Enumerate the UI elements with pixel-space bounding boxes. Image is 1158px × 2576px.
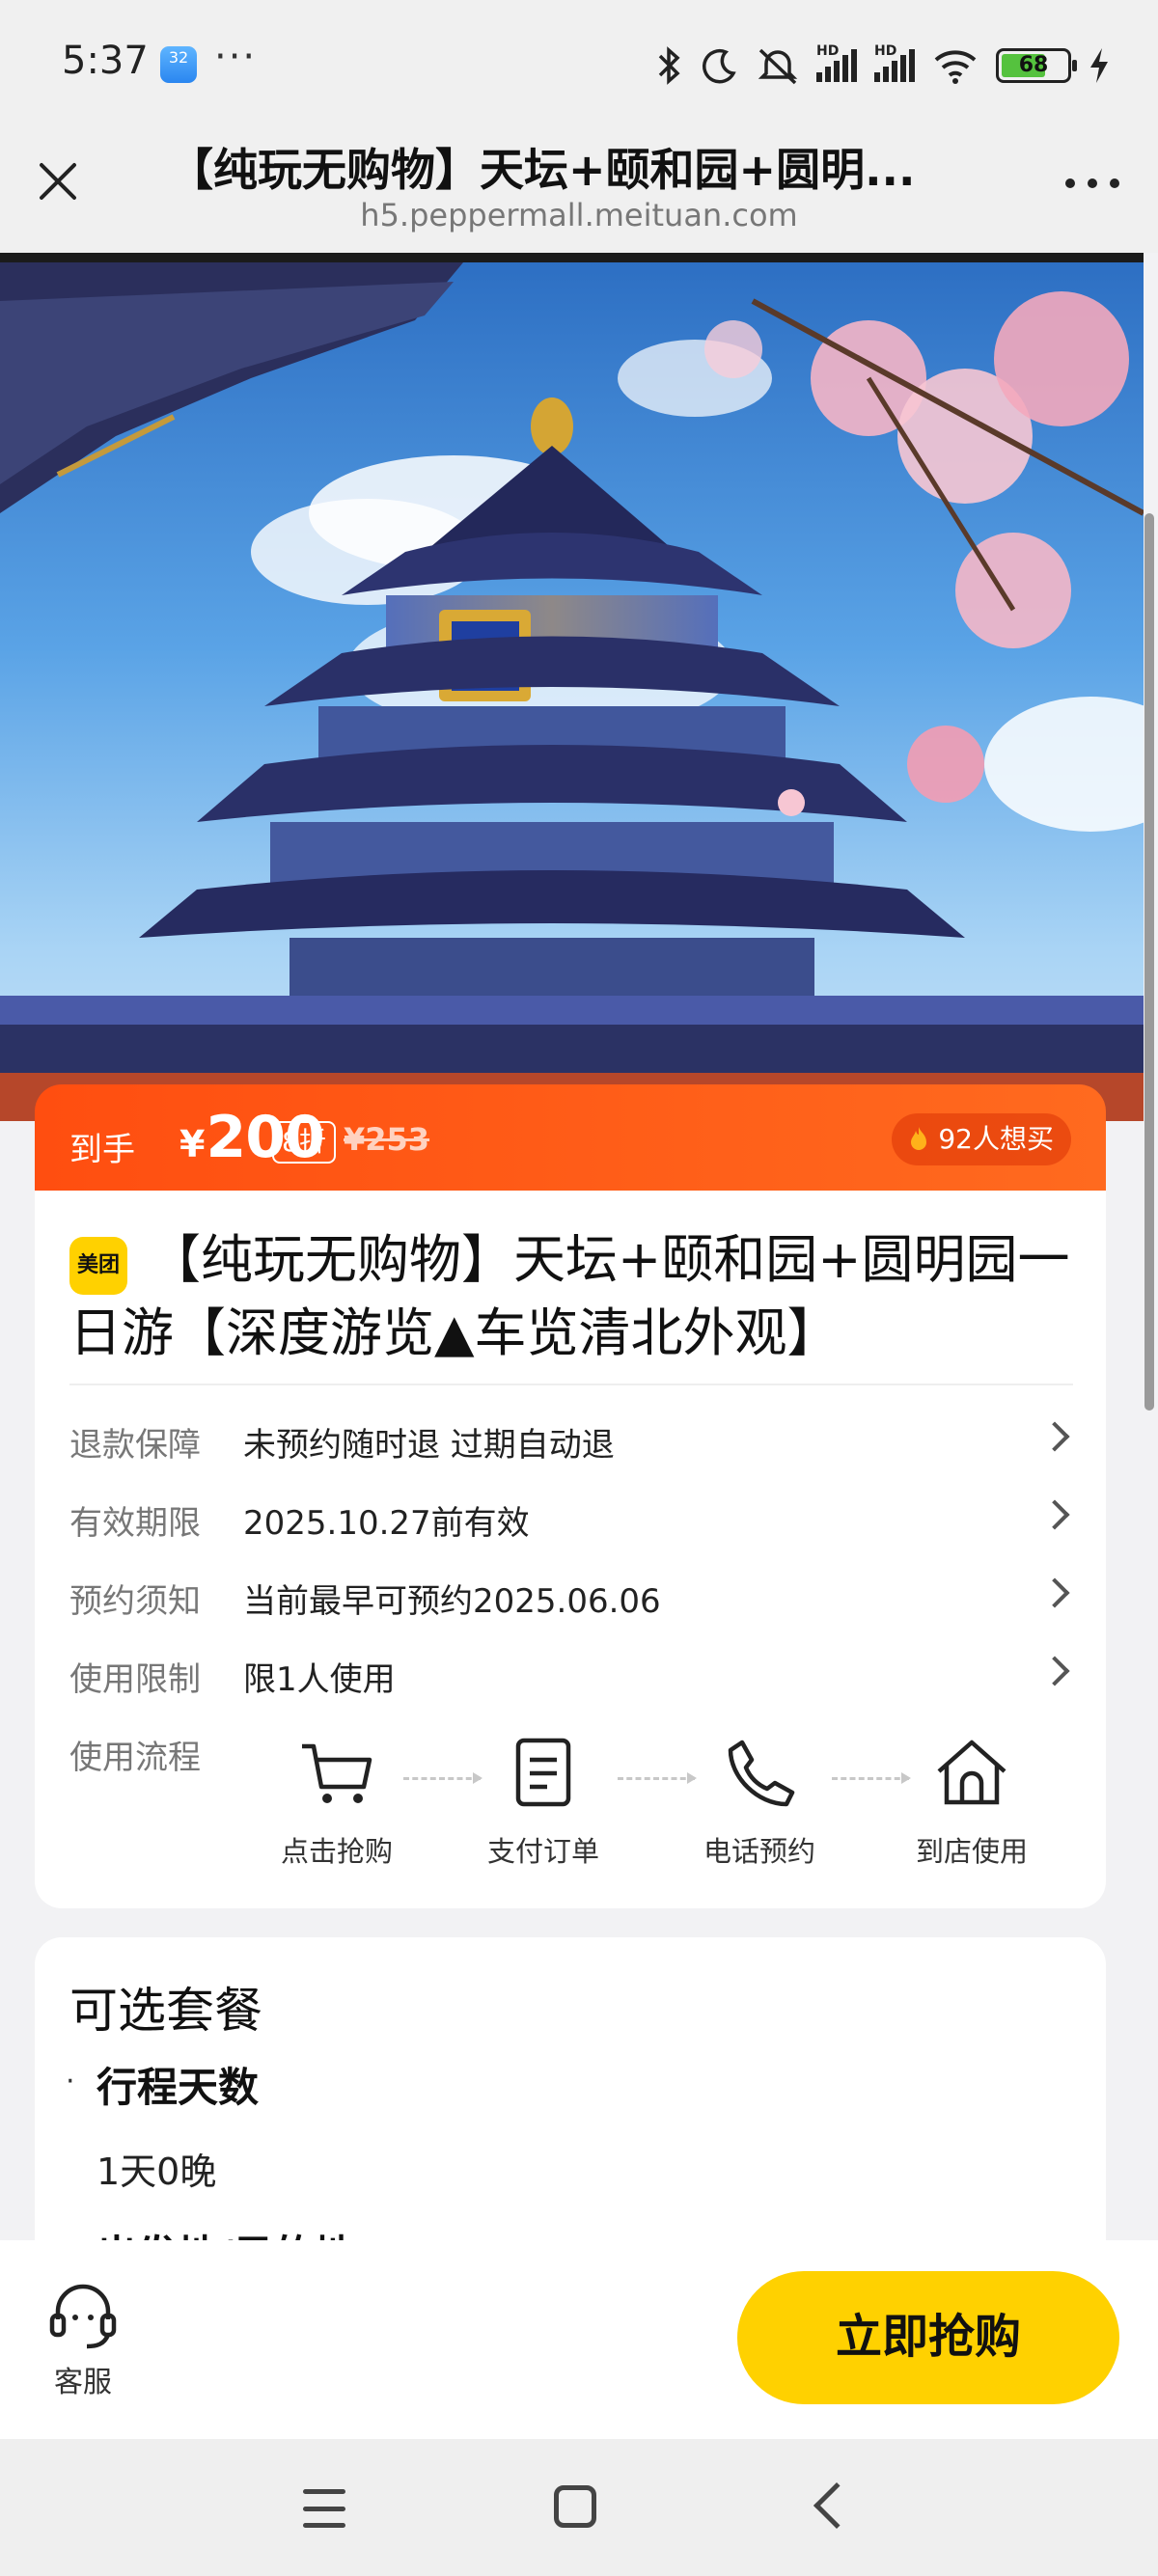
origin-destination-heading: 出发地/目的地 xyxy=(96,2223,354,2240)
browser-titlebar: 【纯玩无购物】天坛+颐和园+圆明... h5.peppermall.meitua… xyxy=(0,131,1158,253)
weather-app-icon: 32 xyxy=(160,46,197,83)
page-title: 【纯玩无购物】天坛+颐和园+圆明... xyxy=(169,144,916,196)
chevron-right-icon xyxy=(1039,1421,1070,1452)
status-more-indicator: ··· xyxy=(214,35,258,79)
want-count: 92人想买 xyxy=(938,1123,1054,1155)
flow-step-buy: 点击抢购 xyxy=(255,1733,419,1870)
mute-icon xyxy=(758,48,798,85)
chevron-right-icon xyxy=(1039,1577,1070,1608)
buy-now-button[interactable]: 立即抢购 xyxy=(737,2271,1119,2404)
battery-level: 68 xyxy=(1018,53,1049,77)
status-bar: 5:37 32 ··· HD HD 68 xyxy=(0,0,1158,131)
bottom-action-bar: 客服 立即抢购 xyxy=(0,2240,1158,2439)
home-button-icon[interactable] xyxy=(554,2485,596,2528)
price-banner: 到手 ¥200 8折 ¥253 92人想买 xyxy=(35,1084,1106,1191)
package-options-card: 可选套餐 · 行程天数 1天0晚 出发地/目的地 xyxy=(35,1937,1106,2240)
page-content[interactable]: 到手 ¥200 8折 ¥253 92人想买 【纯玩无购物】天坛+颐和园+圆明园一… xyxy=(0,253,1158,2240)
refund-guarantee-row[interactable]: 退款保障 未预约随时退 过期自动退 xyxy=(69,1409,1073,1466)
chevron-right-icon xyxy=(1039,1656,1070,1686)
status-icons: HD HD 68 xyxy=(654,37,1110,95)
booking-notice-row[interactable]: 预约须知 当前最早可预约2025.06.06 xyxy=(69,1565,1073,1623)
usage-flow-label: 使用流程 xyxy=(69,1739,201,1777)
flow-step-call: 电话预约 xyxy=(677,1733,841,1870)
temple-illustration xyxy=(0,262,1144,1121)
headset-icon xyxy=(49,2284,117,2349)
customer-service-label: 客服 xyxy=(54,2366,112,2399)
charging-icon xyxy=(1090,48,1108,83)
chevron-right-icon xyxy=(1039,1499,1070,1530)
home-icon xyxy=(937,1740,1006,1805)
document-icon xyxy=(515,1738,571,1807)
flow-step-visit: 到店使用 xyxy=(890,1733,1054,1870)
phone-icon xyxy=(728,1740,795,1807)
cart-icon xyxy=(302,1743,372,1803)
battery-icon: 68 xyxy=(996,48,1077,83)
back-icon[interactable] xyxy=(813,2481,861,2530)
more-menu-icon[interactable] xyxy=(1065,174,1119,193)
hero-image-temple-of-heaven xyxy=(0,253,1144,1121)
recent-apps-icon[interactable] xyxy=(303,2489,345,2528)
discount-badge: 8折 xyxy=(272,1121,336,1164)
product-card: 【纯玩无购物】天坛+颐和园+圆明园一日游【深度游览▲车览清北外观】 美团 退款保… xyxy=(35,1191,1106,1908)
fire-icon xyxy=(911,1127,927,1150)
meituan-logo: 美团 xyxy=(69,1237,127,1295)
bullet-dot: · xyxy=(66,2065,75,2098)
validity-row[interactable]: 有效期限 2025.10.27前有效 xyxy=(69,1487,1073,1545)
want-count-badge: 92人想买 xyxy=(892,1113,1071,1165)
product-title: 【纯玩无购物】天坛+颐和园+圆明园一日游【深度游览▲车览清北外观】 xyxy=(69,1229,1070,1363)
scrollbar[interactable] xyxy=(1144,513,1154,1411)
trip-days-heading: 行程天数 xyxy=(96,2064,260,2111)
status-time: 5:37 xyxy=(62,39,149,83)
price-prefix: 到手 xyxy=(69,1131,135,1169)
flow-step-pay: 支付订单 xyxy=(461,1733,625,1870)
signal-icon: HD xyxy=(874,43,915,82)
divider xyxy=(69,1384,1073,1385)
page-url: h5.peppermall.meituan.com xyxy=(360,197,798,233)
signal-icon: HD xyxy=(816,43,857,82)
customer-service-button[interactable]: 客服 xyxy=(35,2277,131,2400)
bluetooth-icon xyxy=(658,46,680,85)
usage-limit-row[interactable]: 使用限制 限1人使用 xyxy=(69,1643,1073,1701)
wifi-icon xyxy=(934,50,977,84)
system-nav-bar xyxy=(0,2439,1158,2576)
options-title: 可选套餐 xyxy=(69,1983,262,2039)
trip-days-option[interactable]: 1天0晚 xyxy=(96,2142,216,2195)
moon-icon xyxy=(703,48,736,84)
original-price: ¥253 xyxy=(344,1121,430,1158)
